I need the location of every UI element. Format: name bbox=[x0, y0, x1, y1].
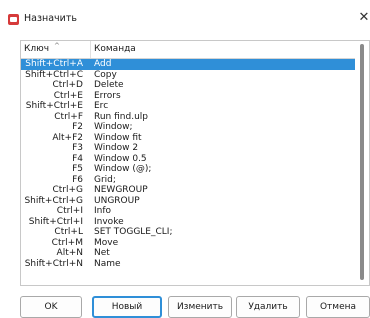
row-key: F6 bbox=[72, 174, 83, 185]
list-rows: Shift+Ctrl+A Add Shift+Ctrl+C Copy Ctrl+D Del… bbox=[21, 59, 355, 269]
list-row[interactable]: F6 Grid; bbox=[21, 175, 355, 186]
row-key: Alt+F2 bbox=[52, 132, 83, 143]
row-command: Name bbox=[94, 258, 121, 269]
new-button[interactable]: Новый bbox=[92, 296, 162, 318]
row-key: Ctrl+D bbox=[52, 80, 84, 90]
row-command: Run find.ulp bbox=[94, 111, 148, 122]
row-key: Shift+Ctrl+E bbox=[25, 101, 83, 111]
list-row[interactable]: F2 Window; bbox=[21, 122, 355, 133]
list-header: Ключ ^ Команда bbox=[21, 41, 355, 59]
list-row[interactable]: F3 Window 2 bbox=[21, 143, 355, 154]
list-row[interactable]: Ctrl+L SET TOGGLE_CLI; bbox=[21, 227, 355, 238]
row-key: Shift+Ctrl+I bbox=[28, 216, 83, 227]
vertical-scrollbar[interactable] bbox=[355, 41, 369, 285]
row-command: Window 0.5 bbox=[94, 153, 147, 164]
row-key: F4 bbox=[72, 153, 83, 164]
scrollbar-thumb[interactable] bbox=[360, 44, 364, 280]
row-key: F2 bbox=[72, 122, 83, 132]
app-icon bbox=[8, 14, 19, 25]
column-header-key[interactable]: Ключ ^ bbox=[21, 41, 91, 58]
list-row[interactable]: Ctrl+I Info bbox=[21, 206, 355, 217]
list-row[interactable]: F4 Window 0.5 bbox=[21, 154, 355, 165]
row-command: Window; bbox=[94, 122, 133, 132]
title-bar: Назначить ✕ bbox=[0, 0, 370, 34]
row-command: Move bbox=[94, 237, 119, 248]
list-row[interactable]: Ctrl+M Move bbox=[21, 238, 355, 249]
window-title: Назначить bbox=[24, 13, 77, 24]
list-row[interactable]: Shift+Ctrl+C Copy bbox=[21, 70, 355, 81]
row-command: Add bbox=[94, 59, 112, 69]
row-command: Info bbox=[94, 206, 112, 216]
row-key: Ctrl+M bbox=[51, 237, 83, 248]
row-key: Ctrl+L bbox=[54, 227, 83, 237]
row-command: Window fit bbox=[94, 132, 142, 143]
row-key: F5 bbox=[72, 164, 83, 174]
cancel-button[interactable]: Отмена bbox=[306, 296, 370, 318]
row-command: Window 2 bbox=[94, 143, 139, 153]
ok-button[interactable]: OK bbox=[20, 296, 82, 318]
list-row[interactable]: Shift+Ctrl+G UNGROUP bbox=[21, 196, 355, 207]
row-key: Ctrl+G bbox=[52, 185, 83, 195]
list-row[interactable]: Ctrl+D Delete bbox=[21, 80, 355, 91]
row-command: Grid; bbox=[94, 174, 116, 185]
row-command: UNGROUP bbox=[94, 195, 140, 206]
sort-ascending-icon: ^ bbox=[54, 42, 60, 50]
row-key: Shift+Ctrl+G bbox=[24, 195, 83, 206]
list-row[interactable]: Shift+Ctrl+A Add bbox=[21, 59, 355, 70]
delete-button[interactable]: Удалить bbox=[236, 296, 300, 318]
list-row[interactable]: Alt+F2 Window fit bbox=[21, 133, 355, 144]
row-command: NEWGROUP bbox=[94, 185, 148, 195]
list-row[interactable]: F5 Window (@); bbox=[21, 164, 355, 175]
row-key: Shift+Ctrl+A bbox=[25, 59, 83, 69]
column-header-key-label: Ключ bbox=[24, 44, 50, 54]
row-key: Ctrl+F bbox=[54, 111, 83, 122]
list-row[interactable]: Shift+Ctrl+E Erc bbox=[21, 101, 355, 112]
row-command: SET TOGGLE_CLI; bbox=[94, 227, 173, 237]
shortcut-list[interactable]: Ключ ^ Команда Shift+Ctrl+A Add Shift+Ctrl… bbox=[20, 40, 370, 286]
row-command: Delete bbox=[94, 80, 124, 90]
list-row[interactable]: Shift+Ctrl+I Invoke bbox=[21, 217, 355, 228]
row-command: Net bbox=[94, 248, 110, 258]
edit-button[interactable]: Изменить bbox=[168, 296, 232, 318]
row-command: Erc bbox=[94, 101, 109, 111]
row-key: Shift+Ctrl+N bbox=[24, 258, 83, 269]
list-row[interactable]: Alt+N Net bbox=[21, 248, 355, 259]
row-command: Window (@); bbox=[94, 164, 152, 174]
list-row[interactable]: Shift+Ctrl+N Name bbox=[21, 259, 355, 270]
close-icon[interactable]: ✕ bbox=[356, 10, 370, 26]
row-key: Ctrl+E bbox=[53, 90, 83, 101]
row-key: Shift+Ctrl+C bbox=[25, 69, 83, 80]
row-command: Invoke bbox=[94, 216, 124, 227]
list-row[interactable]: Ctrl+F Run find.ulp bbox=[21, 112, 355, 123]
column-header-command[interactable]: Команда bbox=[91, 41, 355, 58]
row-key: Ctrl+I bbox=[56, 206, 83, 216]
row-key: Alt+N bbox=[56, 248, 83, 258]
row-command: Errors bbox=[94, 90, 121, 101]
row-key: F3 bbox=[72, 143, 83, 153]
list-row[interactable]: Ctrl+E Errors bbox=[21, 91, 355, 102]
row-command: Copy bbox=[94, 69, 117, 80]
list-row[interactable]: Ctrl+G NEWGROUP bbox=[21, 185, 355, 196]
